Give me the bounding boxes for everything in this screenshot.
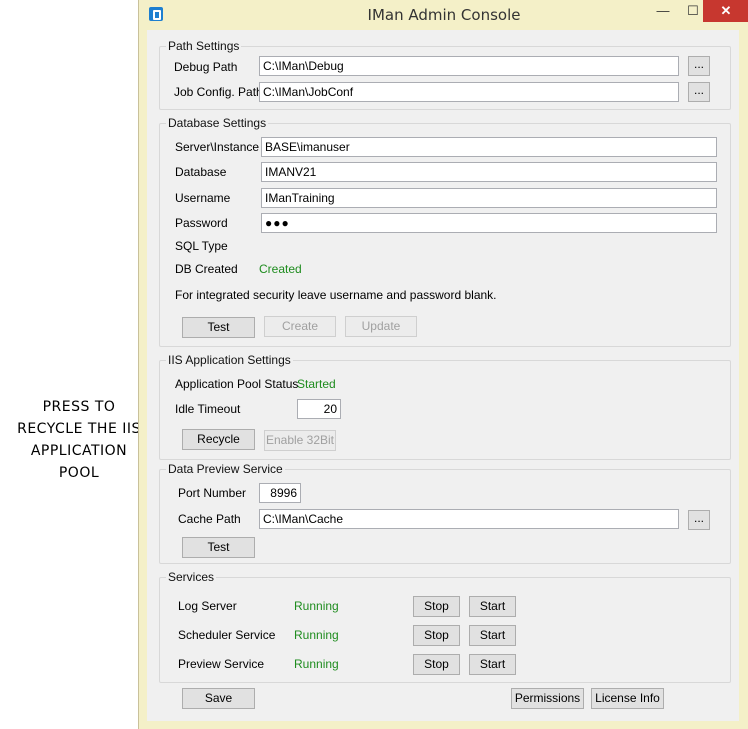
service-name: Log Server: [178, 599, 237, 613]
iis-settings-title: IIS Application Settings: [166, 353, 293, 367]
job-config-path-browse-button[interactable]: ...: [688, 82, 710, 102]
service-name: Scheduler Service: [178, 628, 276, 642]
service-name: Preview Service: [178, 657, 265, 671]
app-pool-status-label: Application Pool Status: [175, 377, 299, 391]
debug-path-label: Debug Path: [174, 60, 238, 74]
cache-path-browse-button[interactable]: ...: [688, 510, 710, 530]
service-status: Running: [294, 628, 339, 642]
iis-settings-group: IIS Application Settings Application Poo…: [159, 353, 731, 460]
data-preview-title: Data Preview Service: [166, 462, 285, 476]
port-number-label: Port Number: [178, 486, 247, 500]
username-label: Username: [175, 191, 231, 205]
debug-path-browse-button[interactable]: ...: [688, 56, 710, 76]
services-group: Services Log Server Running Stop Start S…: [159, 570, 731, 683]
database-settings-group: Database Settings Server\Instance BASE\i…: [159, 116, 731, 347]
cache-path-label: Cache Path: [178, 512, 241, 526]
path-settings-title: Path Settings: [166, 39, 242, 53]
callout-text: PRESS TO RECYCLE THE IIS APPLICATION POO…: [14, 396, 144, 484]
debug-path-input[interactable]: C:\IMan\Debug: [259, 56, 679, 76]
password-input[interactable]: ●●●: [261, 213, 717, 233]
services-title: Services: [166, 570, 217, 584]
sql-type-label: SQL Type: [175, 239, 228, 253]
database-label: Database: [175, 165, 227, 179]
service-stop-button[interactable]: Stop: [413, 596, 460, 617]
callout-line-2: RECYCLE THE IIS: [17, 421, 141, 437]
service-status: Running: [294, 599, 339, 613]
preview-test-button[interactable]: Test: [182, 537, 255, 558]
service-stop-button[interactable]: Stop: [413, 625, 460, 646]
callout-line-1: PRESS TO: [42, 399, 116, 415]
enable-32bit-button[interactable]: Enable 32Bit: [264, 430, 336, 451]
title-bar[interactable]: IMan Admin Console — ☐ ✕: [139, 0, 748, 30]
db-created-status: Created: [259, 262, 302, 276]
permissions-button[interactable]: Permissions: [511, 688, 584, 709]
username-input[interactable]: IManTraining: [261, 188, 717, 208]
app-pool-status-value: Started: [297, 377, 336, 391]
service-stop-button[interactable]: Stop: [413, 654, 460, 675]
password-label: Password: [175, 216, 228, 230]
service-status: Running: [294, 657, 339, 671]
idle-timeout-label: Idle Timeout: [175, 402, 241, 416]
data-preview-group: Data Preview Service Port Number 8996 Ca…: [159, 462, 731, 564]
integrated-security-note: For integrated security leave username a…: [175, 288, 497, 302]
path-settings-group: Path Settings Debug Path C:\IMan\Debug .…: [159, 39, 731, 110]
app-window: IMan Admin Console — ☐ ✕ Path Settings D…: [138, 0, 748, 729]
client-area: Path Settings Debug Path C:\IMan\Debug .…: [147, 30, 739, 721]
database-input[interactable]: IMANV21: [261, 162, 717, 182]
minimize-button[interactable]: —: [649, 0, 677, 22]
license-info-button[interactable]: License Info: [591, 688, 664, 709]
idle-timeout-input[interactable]: 20: [297, 399, 341, 419]
db-created-label: DB Created: [175, 262, 238, 276]
port-number-input[interactable]: 8996: [259, 483, 301, 503]
database-settings-title: Database Settings: [166, 116, 269, 130]
job-config-path-input[interactable]: C:\IMan\JobConf: [259, 82, 679, 102]
recycle-button[interactable]: Recycle: [182, 429, 255, 450]
db-test-button[interactable]: Test: [182, 317, 255, 338]
job-config-path-label: Job Config. Path: [174, 85, 263, 99]
service-start-button[interactable]: Start: [469, 625, 516, 646]
close-button[interactable]: ✕: [703, 0, 748, 22]
save-button[interactable]: Save: [182, 688, 255, 709]
cache-path-input[interactable]: C:\IMan\Cache: [259, 509, 679, 529]
db-create-button[interactable]: Create: [264, 316, 336, 337]
service-start-button[interactable]: Start: [469, 596, 516, 617]
db-update-button[interactable]: Update: [345, 316, 417, 337]
service-start-button[interactable]: Start: [469, 654, 516, 675]
server-instance-label: Server\Instance: [175, 140, 260, 154]
callout-line-4: POOL: [58, 465, 100, 481]
server-instance-input[interactable]: BASE\imanuser: [261, 137, 717, 157]
callout-line-3: APPLICATION: [30, 443, 128, 459]
